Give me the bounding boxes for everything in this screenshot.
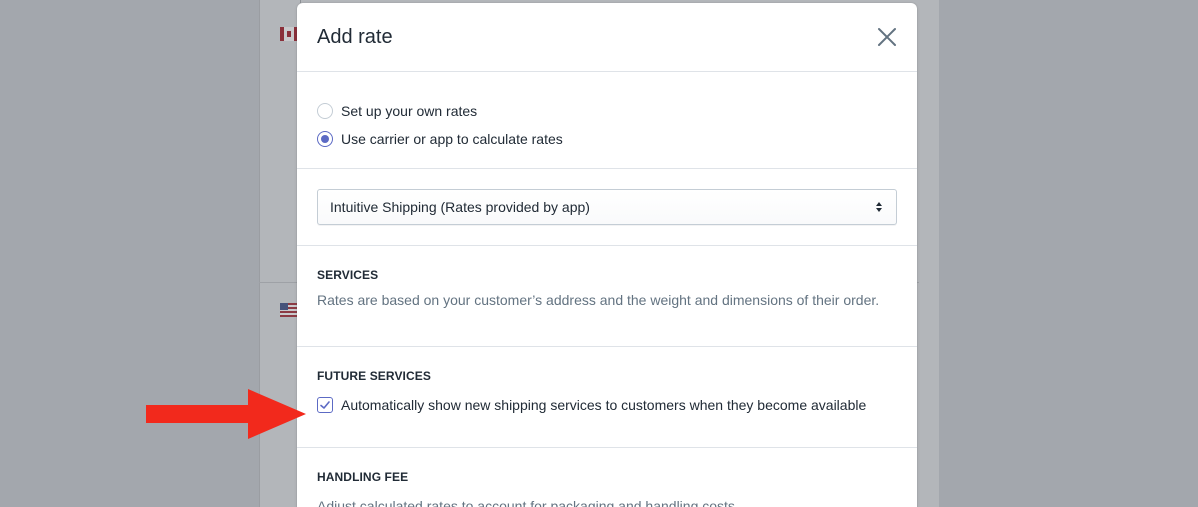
close-button[interactable] xyxy=(875,25,899,49)
radio-own-rates-label: Set up your own rates xyxy=(341,103,478,119)
future-services-heading: FUTURE SERVICES xyxy=(317,369,431,383)
radio-carrier-rates[interactable]: Use carrier or app to calculate rates xyxy=(317,125,897,153)
handling-fee-heading: HANDLING FEE xyxy=(317,470,409,484)
future-services-section: FUTURE SERVICES Automatically show new s… xyxy=(297,347,917,448)
future-services-checkbox[interactable] xyxy=(317,397,333,413)
radio-own-rates[interactable]: Set up your own rates xyxy=(317,97,897,125)
radio-carrier-rates-label: Use carrier or app to calculate rates xyxy=(341,131,563,147)
red-arrow-annotation-icon xyxy=(146,389,306,439)
carrier-select-section: Intuitive Shipping (Rates provided by ap… xyxy=(297,169,917,246)
handling-fee-description: Adjust calculated rates to account for p… xyxy=(317,498,739,507)
checkmark-icon xyxy=(320,401,330,409)
radio-carrier-rates-input[interactable] xyxy=(317,131,333,147)
handling-fee-section: HANDLING FEE Adjust calculated rates to … xyxy=(297,448,917,507)
future-services-checkbox-label: Automatically show new shipping services… xyxy=(341,397,867,413)
modal-title: Add rate xyxy=(317,25,393,48)
services-section: SERVICES Rates are based on your custome… xyxy=(297,246,917,347)
select-arrows-icon xyxy=(876,200,884,214)
rate-type-section: Set up your own rates Use carrier or app… xyxy=(297,72,917,169)
future-services-checkbox-row[interactable]: Automatically show new shipping services… xyxy=(317,397,897,413)
add-rate-modal: Add rate Set up your own rates Use carri… xyxy=(297,3,917,507)
united-states-flag-icon xyxy=(280,303,298,317)
services-description: Rates are based on your customer’s addre… xyxy=(317,292,880,308)
carrier-select[interactable]: Intuitive Shipping (Rates provided by ap… xyxy=(317,189,897,225)
modal-header: Add rate xyxy=(297,3,917,72)
carrier-select-value: Intuitive Shipping (Rates provided by ap… xyxy=(330,199,590,215)
close-icon xyxy=(878,28,896,46)
canada-flag-icon xyxy=(280,27,298,41)
radio-own-rates-input[interactable] xyxy=(317,103,333,119)
services-heading: SERVICES xyxy=(317,268,379,282)
